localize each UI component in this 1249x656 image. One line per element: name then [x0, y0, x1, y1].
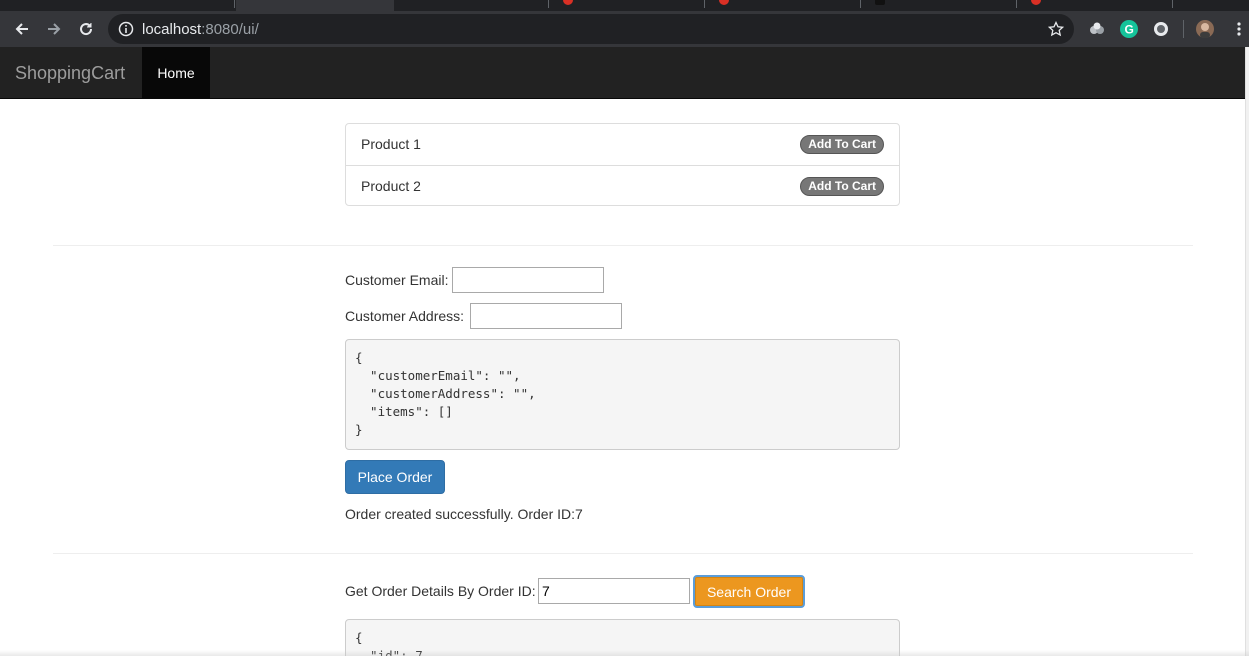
browser-tab-strip [0, 0, 1249, 11]
order-status-message: Order created successfully. Order ID:7 [345, 506, 583, 522]
product-list: Product 1 Add To Cart Product 2 Add To C… [345, 123, 900, 206]
app-navbar: ShoppingCart Home [0, 47, 1245, 99]
bottom-fade [0, 650, 1249, 656]
tab-active[interactable] [236, 0, 394, 11]
back-icon[interactable] [11, 18, 33, 40]
tab-favicon[interactable] [719, 0, 729, 5]
brand-link[interactable]: ShoppingCart [15, 63, 125, 84]
tab-separator [1016, 0, 1017, 8]
svg-text:G: G [1125, 23, 1134, 37]
nav-home[interactable]: Home [142, 47, 210, 99]
info-icon[interactable] [118, 21, 134, 40]
tab-separator [548, 0, 549, 8]
order-id-field[interactable] [538, 578, 690, 604]
record-icon[interactable] [1152, 20, 1170, 38]
tab-separator [704, 0, 705, 8]
tab-separator [1172, 0, 1173, 8]
toolbar-divider [1183, 20, 1184, 38]
forward-icon[interactable] [43, 18, 65, 40]
reload-icon[interactable] [75, 18, 97, 40]
email-field[interactable] [452, 267, 604, 293]
grammarly-icon[interactable]: G [1120, 20, 1138, 38]
extension-icon[interactable] [1088, 20, 1106, 38]
add-to-cart-button[interactable]: Add To Cart [800, 177, 884, 196]
list-item: Product 1 Add To Cart [346, 124, 899, 165]
order-id-label: Get Order Details By Order ID: [345, 583, 536, 599]
section-divider [53, 245, 1193, 246]
tab-separator [860, 0, 861, 8]
url-text[interactable]: localhost:8080/ui/ [142, 21, 259, 38]
tab-favicon[interactable] [563, 0, 573, 5]
section-divider [53, 553, 1193, 554]
tab-favicon[interactable] [875, 0, 885, 5]
menu-icon[interactable] [1228, 18, 1249, 40]
star-icon[interactable] [1047, 20, 1065, 40]
address-label: Customer Address: [345, 308, 465, 324]
product-name: Product 2 [361, 178, 421, 194]
url-host: localhost [142, 21, 202, 38]
place-order-button[interactable]: Place Order [345, 460, 445, 494]
product-name: Product 1 [361, 136, 421, 152]
search-order-button[interactable]: Search Order [693, 575, 805, 608]
tab-separator [234, 0, 235, 8]
browser-toolbar: localhost:8080/ui/ G [0, 11, 1249, 47]
email-label: Customer Email: [345, 272, 449, 288]
scrollbar[interactable] [1245, 47, 1249, 656]
address-field[interactable] [470, 303, 622, 329]
add-to-cart-button[interactable]: Add To Cart [800, 135, 884, 154]
list-item: Product 2 Add To Cart [346, 165, 899, 206]
address-bar[interactable]: localhost:8080/ui/ [108, 14, 1074, 44]
order-payload-preview: { "customerEmail": "", "customerAddress"… [345, 339, 900, 450]
tab-favicon[interactable] [1031, 0, 1041, 5]
profile-avatar[interactable] [1196, 20, 1214, 38]
url-path: :8080/ui/ [201, 21, 259, 38]
